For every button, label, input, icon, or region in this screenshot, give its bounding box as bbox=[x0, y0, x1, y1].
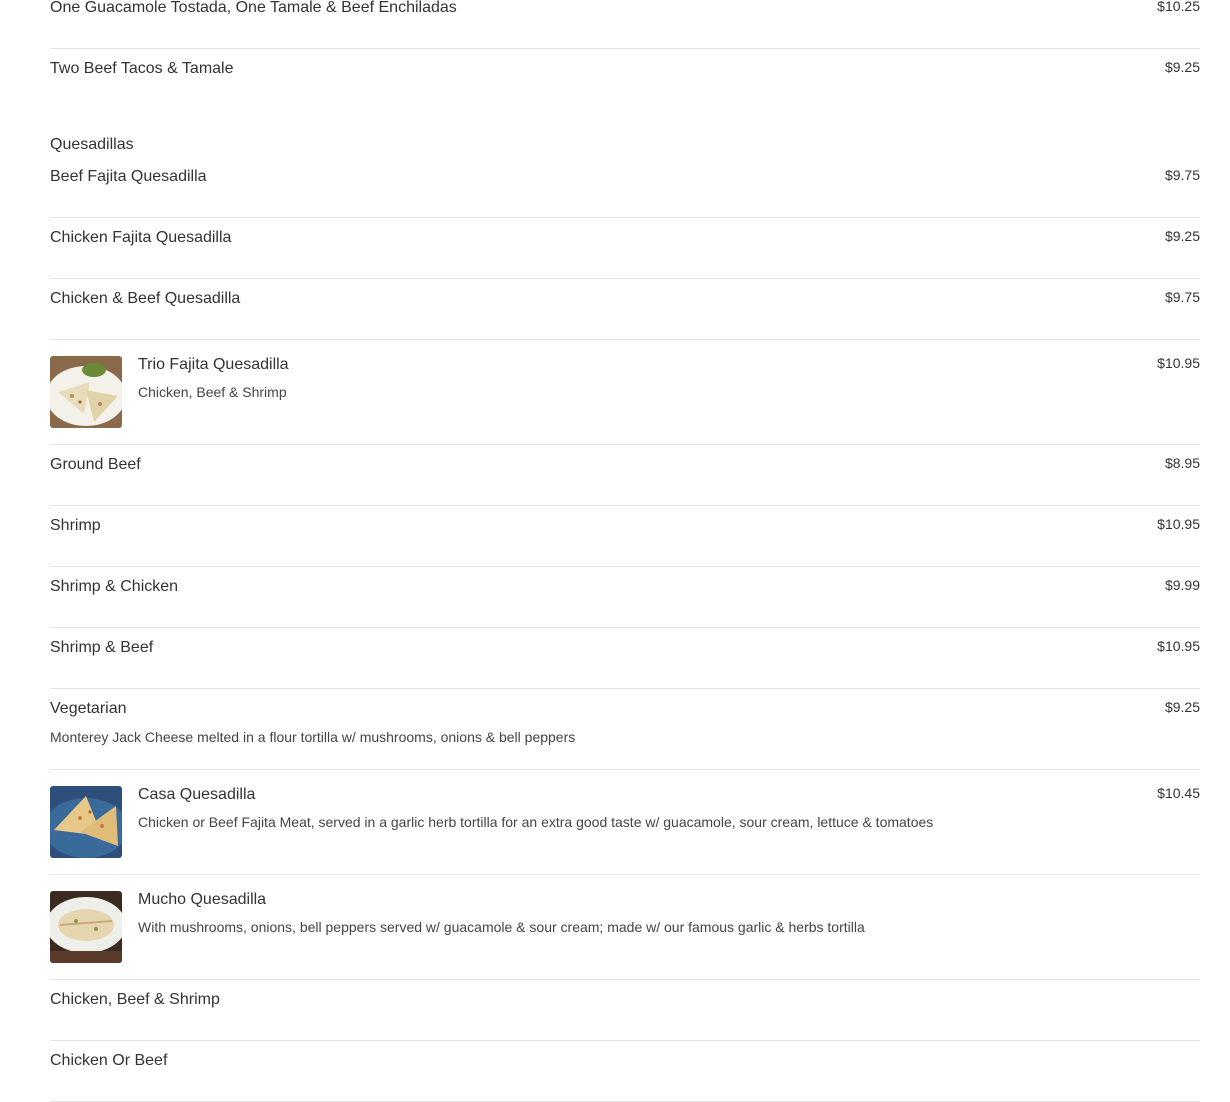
item-price: $10.95 bbox=[1157, 638, 1200, 654]
item-name: One Guacamole Tostada, One Tamale & Beef… bbox=[50, 0, 457, 16]
item-name: Chicken Fajita Quesadilla bbox=[50, 229, 232, 246]
item-name: Two Beef Tacos & Tamale bbox=[50, 60, 234, 77]
menu-item[interactable]: Chicken, Beef & Shrimp bbox=[50, 980, 1200, 1041]
mucho-quesadilla-photo[interactable] bbox=[50, 891, 122, 963]
trio-quesadilla-photo[interactable] bbox=[50, 356, 122, 428]
item-name: Chicken & Beef Quesadilla bbox=[50, 290, 241, 307]
item-name: Trio Fajita Quesadilla bbox=[138, 356, 289, 373]
item-name: Beef Fajita Quesadilla bbox=[50, 168, 207, 185]
item-name: Shrimp & Beef bbox=[50, 639, 154, 656]
item-name: Vegetarian bbox=[50, 700, 127, 717]
item-price: $10.95 bbox=[1157, 355, 1200, 371]
item-description: Monterey Jack Cheese melted in a flour t… bbox=[50, 729, 576, 745]
item-price: $10.95 bbox=[1157, 516, 1200, 532]
menu-item[interactable]: Chicken Fajita Quesadilla $9.25 bbox=[50, 218, 1200, 279]
item-price: $9.75 bbox=[1164, 289, 1200, 305]
menu-list: One Guacamole Tostada, One Tamale & Beef… bbox=[50, 0, 1200, 1102]
menu-item[interactable]: Chicken & Beef Quesadilla $9.75 bbox=[50, 279, 1200, 340]
item-name: Shrimp bbox=[50, 517, 101, 534]
menu-item[interactable]: Beef Fajita Quesadilla $9.75 bbox=[50, 157, 1200, 218]
item-name: Mucho Quesadilla bbox=[138, 891, 267, 908]
menu-item[interactable]: Shrimp $10.95 bbox=[50, 506, 1200, 567]
menu-item[interactable]: Vegetarian Monterey Jack Cheese melted i… bbox=[50, 689, 1200, 770]
menu-item[interactable]: Shrimp & Chicken $9.99 bbox=[50, 567, 1200, 628]
menu-item[interactable]: Trio Fajita Quesadilla Chicken, Beef & S… bbox=[50, 340, 1200, 445]
item-name: Casa Quesadilla bbox=[138, 786, 256, 803]
item-price: $8.95 bbox=[1164, 455, 1200, 471]
item-price: $9.25 bbox=[1164, 228, 1200, 244]
item-name: Ground Beef bbox=[50, 456, 141, 473]
item-name: Chicken Or Beef bbox=[50, 1052, 168, 1069]
quesadillas-items: Beef Fajita Quesadilla $9.75 Chicken Faj… bbox=[50, 157, 1200, 1102]
item-price: $9.25 bbox=[1164, 699, 1200, 715]
item-description: Chicken or Beef Fajita Meat, served in a… bbox=[138, 814, 934, 830]
item-description: With mushrooms, onions, bell peppers ser… bbox=[138, 919, 865, 935]
item-name: Shrimp & Chicken bbox=[50, 578, 179, 595]
item-price: $9.25 bbox=[1164, 59, 1200, 75]
menu-item[interactable]: Shrimp & Beef $10.95 bbox=[50, 628, 1200, 689]
item-description: Chicken, Beef & Shrimp bbox=[138, 384, 287, 400]
item-price: $9.75 bbox=[1164, 167, 1200, 183]
item-name: Chicken, Beef & Shrimp bbox=[50, 991, 220, 1008]
menu-item[interactable]: Ground Beef $8.95 bbox=[50, 445, 1200, 506]
casa-quesadilla-photo[interactable] bbox=[50, 786, 122, 858]
section-title: Quesadillas bbox=[50, 136, 134, 153]
menu-item[interactable]: Two Beef Tacos & Tamale $9.25 bbox=[50, 49, 1200, 110]
menu-item[interactable]: Chicken Or Beef bbox=[50, 1041, 1200, 1102]
menu-item[interactable]: One Guacamole Tostada, One Tamale & Beef… bbox=[50, 0, 1200, 49]
item-price: $9.99 bbox=[1164, 577, 1200, 593]
menu-item[interactable]: Mucho Quesadilla With mushrooms, onions,… bbox=[50, 875, 1200, 980]
menu-item[interactable]: Casa Quesadilla Chicken or Beef Fajita M… bbox=[50, 770, 1200, 875]
item-price: $10.25 bbox=[1157, 0, 1200, 14]
item-price: $10.45 bbox=[1157, 785, 1200, 801]
